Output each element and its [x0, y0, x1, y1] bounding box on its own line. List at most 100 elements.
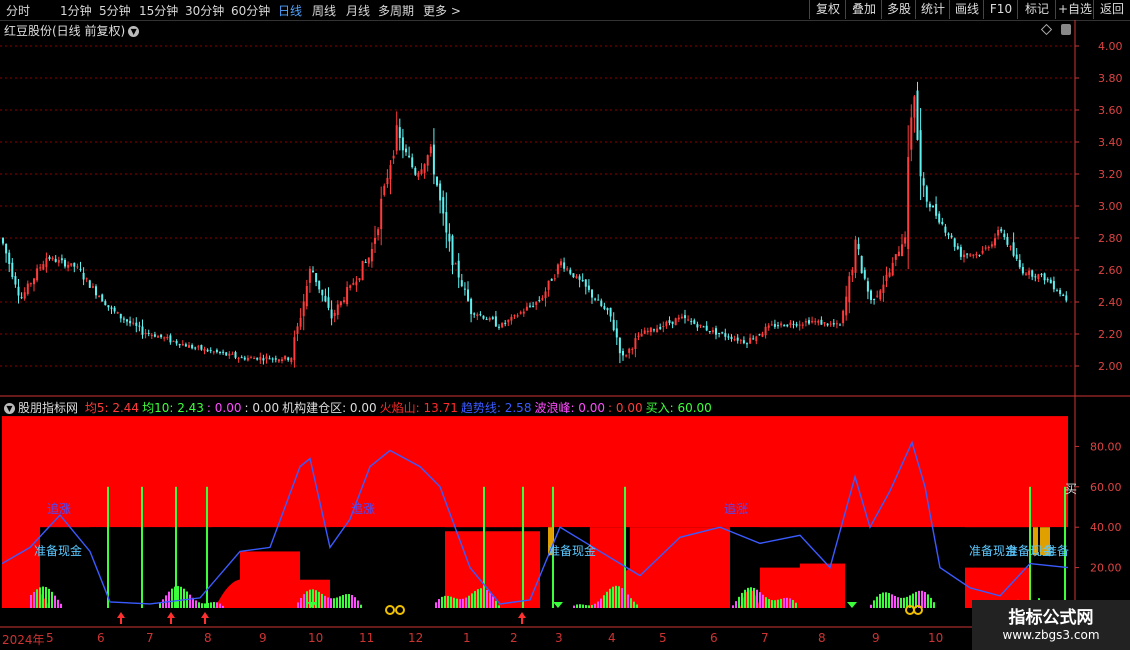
histogram-bar [189, 594, 191, 608]
histogram-bar [495, 600, 497, 608]
period-tab-1min[interactable]: 1分钟 [60, 2, 92, 19]
period-tab-5min[interactable]: 5分钟 [99, 2, 131, 19]
candle-body [870, 290, 872, 300]
candle-body [1000, 229, 1003, 232]
candlestick-chart[interactable]: 4.00 3.80 3.60 3.40 3.20 3.00 2.80 2.60 2.40 2.20… [0, 20, 1130, 397]
candle-body [1015, 254, 1018, 259]
candle-body [795, 324, 798, 326]
indicator-value: : 0.00 [206, 401, 242, 415]
indicator-chart[interactable]: 80.00 60.00 40.00 20.00 [0, 397, 1130, 628]
mark-button[interactable]: 标记 [1017, 0, 1056, 19]
multi-stock-button[interactable]: 多股 [881, 0, 916, 19]
candle-body [482, 315, 485, 319]
candle-body [346, 287, 349, 305]
histogram-bar [444, 595, 446, 608]
gap-zone [845, 527, 965, 607]
histogram-bar [792, 599, 794, 608]
candle-body [773, 323, 776, 327]
histogram-bar [894, 595, 896, 608]
histogram-bar [885, 592, 887, 608]
period-tab-timeshare[interactable]: 分时 [6, 2, 30, 19]
candle-body [622, 350, 624, 356]
candle-body [256, 357, 259, 360]
candle-body [144, 332, 147, 335]
chart-title: 红豆股份(日线 前复权) ▼ [4, 22, 140, 39]
chevron-down-icon[interactable]: ▼ [4, 403, 15, 414]
candle-body [57, 260, 60, 263]
candle-body [1009, 246, 1012, 248]
candle-body [284, 355, 287, 360]
candle-body [919, 130, 922, 177]
histogram-bar [345, 594, 347, 608]
histogram-bar [45, 587, 47, 608]
price-tick-label: 3.40 [1098, 136, 1123, 149]
candle-body [436, 176, 438, 186]
candle-body [305, 286, 308, 307]
candle-body [544, 291, 547, 299]
overlay-button[interactable]: 叠加 [845, 0, 882, 19]
date-tick: 2024年 [2, 633, 45, 647]
histogram-bar [33, 591, 35, 608]
candle-body [467, 289, 469, 301]
date-tick: 5 [659, 631, 667, 645]
candle-body [454, 263, 457, 265]
histogram-bar [609, 588, 611, 608]
candle-body [693, 320, 696, 324]
histogram-bar [732, 605, 734, 608]
f10-button[interactable]: F10 [983, 0, 1018, 19]
histogram-bar [60, 603, 62, 608]
candle-body [804, 321, 807, 323]
candle-body [572, 273, 575, 278]
candle-body [457, 260, 460, 278]
candle-body [70, 263, 73, 266]
period-tab-30min[interactable]: 30分钟 [185, 2, 224, 19]
histogram-bar [903, 597, 905, 608]
histogram-bar [579, 604, 581, 608]
indicator-value: 波浪峰: 0.00 [534, 401, 606, 415]
candle-body [587, 285, 590, 290]
candle-body [67, 264, 70, 268]
candle-body [274, 358, 277, 360]
candle-body [1046, 279, 1049, 281]
histogram-bar [636, 604, 638, 608]
histogram-bar [465, 597, 467, 608]
candle-body [411, 157, 414, 168]
candle-body [749, 337, 752, 344]
histogram-bar [882, 592, 884, 608]
candle-body [662, 326, 665, 328]
histogram-bar [168, 591, 170, 608]
candle-body [277, 359, 280, 362]
period-tab-multi[interactable]: 多周期 [378, 2, 414, 19]
candle-body [268, 358, 271, 360]
candle-body [420, 169, 423, 174]
add-watchlist-button[interactable]: +自选 [1055, 0, 1094, 19]
candle-body [349, 285, 352, 288]
histogram-bar [36, 589, 38, 608]
stats-button[interactable]: 统计 [915, 0, 950, 19]
draw-line-button[interactable]: 画线 [949, 0, 984, 19]
gap-zone [90, 527, 105, 607]
histogram-bar [612, 586, 614, 608]
period-tab-daily[interactable]: 日线 [278, 2, 302, 19]
candle-body [88, 280, 91, 288]
candle-body [553, 278, 556, 280]
period-tab-15min[interactable]: 15分钟 [139, 2, 178, 19]
candle-body [944, 226, 947, 233]
candle-body [11, 262, 14, 278]
candle-body [972, 254, 975, 256]
candle-body [479, 314, 482, 316]
back-button[interactable]: 返回 [1093, 0, 1130, 19]
date-axis: 2024年 5 6 7 8 9 10 11 12 1 2 3 4 5 6 7 8… [0, 628, 1075, 650]
candle-body [429, 146, 432, 154]
candle-body [780, 323, 783, 326]
histogram-bar [876, 596, 878, 608]
histogram-bar [585, 605, 587, 608]
period-tab-weekly[interactable]: 周线 [312, 2, 336, 19]
adjust-button[interactable]: 复权 [809, 0, 846, 19]
candle-body [200, 345, 203, 350]
period-tab-more[interactable]: 更多 > [423, 2, 461, 19]
candle-body [473, 313, 476, 315]
period-tab-monthly[interactable]: 月线 [346, 2, 370, 19]
chevron-down-icon[interactable]: ▼ [128, 26, 140, 37]
period-tab-60min[interactable]: 60分钟 [231, 2, 270, 19]
